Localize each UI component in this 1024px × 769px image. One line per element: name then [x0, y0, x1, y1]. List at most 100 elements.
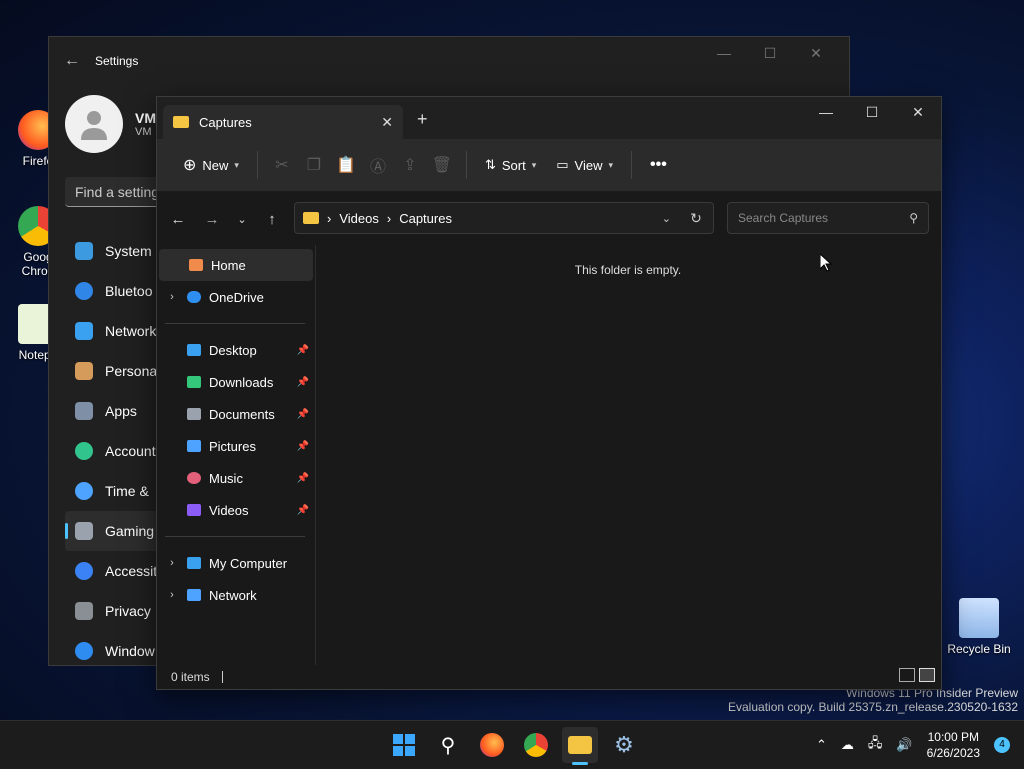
notification-badge[interactable]: 4 — [994, 737, 1010, 753]
profile[interactable]: VM VM — [65, 95, 156, 153]
settings-nav-windows-update[interactable]: Window — [65, 631, 165, 671]
nav-documents[interactable]: Documents 📌 — [157, 398, 315, 430]
maximize-button[interactable]: ☐ — [747, 45, 793, 62]
nav-videos[interactable]: Videos 📌 — [157, 494, 315, 526]
system-tray: ⌃ ☁ 🖧 🔊 10:00 PM 6/26/2023 4 — [816, 721, 1010, 769]
clock[interactable]: 10:00 PM 6/26/2023 — [927, 729, 980, 761]
breadcrumb-separator-icon: › — [386, 210, 392, 226]
divider — [631, 151, 633, 179]
settings-nav-bluetooth[interactable]: Bluetoo — [65, 271, 165, 311]
back-arrow-icon[interactable]: ← — [49, 52, 95, 70]
settings-nav-accounts[interactable]: Account — [65, 431, 165, 471]
desktop-icon-recycle-bin[interactable]: Recycle Bin — [944, 598, 1014, 656]
up-arrow-icon[interactable]: ↑ — [255, 211, 289, 228]
wifi-icon — [75, 322, 93, 340]
more-options-button[interactable]: ••• — [642, 148, 675, 182]
folder-icon — [303, 212, 319, 224]
avatar — [65, 95, 123, 153]
back-arrow-icon[interactable]: ← — [161, 211, 195, 228]
recent-locations-chevron-icon[interactable]: ⌄ — [229, 213, 255, 226]
pin-icon: 📌 — [296, 504, 309, 516]
start-button[interactable] — [386, 727, 422, 763]
download-icon — [187, 376, 201, 388]
divider — [165, 536, 305, 537]
nav-downloads[interactable]: Downloads 📌 — [157, 366, 315, 398]
taskbar-search-button[interactable]: ⚲ — [430, 727, 466, 763]
settings-nav-system[interactable]: System — [65, 231, 165, 271]
search-input[interactable]: Search Captures ⚲ — [727, 202, 929, 234]
taskbar-firefox[interactable] — [474, 727, 510, 763]
nav-label: My Computer — [209, 555, 288, 571]
breadcrumb-captures[interactable]: Captures — [399, 211, 452, 226]
update-icon — [75, 642, 93, 660]
nav-label: Documents — [209, 406, 275, 422]
address-bar[interactable]: › Videos › Captures ⌄ ↻ — [294, 202, 714, 234]
forward-arrow-icon[interactable]: → — [195, 211, 229, 228]
breadcrumb-videos[interactable]: Videos — [339, 211, 379, 226]
taskbar-settings[interactable]: ⚙ — [606, 727, 642, 763]
taskbar-chrome[interactable] — [518, 727, 554, 763]
nav-label: Network — [209, 587, 257, 603]
settings-nav: System Bluetoo Network Persona Apps Acco… — [65, 231, 165, 671]
document-icon — [187, 408, 201, 420]
refresh-icon[interactable]: ↻ — [679, 210, 713, 227]
nav-label: Apps — [105, 403, 137, 419]
maximize-button[interactable]: ☐ — [849, 97, 895, 127]
new-tab-button[interactable]: + — [417, 109, 428, 130]
new-label: New — [202, 157, 229, 173]
close-button[interactable]: ✕ — [895, 97, 941, 127]
view-button[interactable]: ▭ View ▾ — [548, 148, 621, 182]
nav-onedrive[interactable]: › OneDrive — [157, 281, 315, 313]
rename-icon[interactable]: Ⓐ — [364, 153, 392, 177]
expand-chevron-icon[interactable]: › — [157, 557, 187, 569]
volume-icon[interactable]: 🔊 — [896, 737, 912, 753]
cut-icon[interactable]: ✂ — [268, 155, 296, 175]
network-icon[interactable]: 🖧 — [868, 734, 883, 756]
picture-icon — [187, 440, 201, 452]
nav-desktop[interactable]: Desktop 📌 — [157, 334, 315, 366]
nav-network[interactable]: › Network — [157, 579, 315, 611]
music-icon — [187, 472, 201, 484]
view-icon: ▭ — [556, 157, 569, 172]
nav-my-computer[interactable]: › My Computer — [157, 547, 315, 579]
paste-icon[interactable]: 📋 — [332, 155, 360, 175]
taskbar-file-explorer[interactable] — [562, 727, 598, 765]
large-icons-view-icon[interactable] — [919, 668, 935, 682]
settings-nav-network[interactable]: Network — [65, 311, 165, 351]
desktop-icon-label: Recycle Bin — [947, 642, 1011, 656]
sort-button[interactable]: ⇅ Sort ▾ — [477, 148, 544, 182]
share-icon[interactable]: ⇪ — [396, 155, 424, 175]
close-button[interactable]: ✕ — [793, 45, 839, 62]
minimize-button[interactable]: — — [701, 45, 747, 62]
nav-label: Downloads — [209, 374, 274, 390]
chevron-down-icon: ▾ — [531, 159, 537, 170]
nav-home[interactable]: Home — [159, 249, 313, 281]
expand-chevron-icon[interactable]: › — [157, 589, 187, 601]
delete-icon[interactable]: 🗑 — [428, 155, 456, 175]
nav-label: Gaming — [105, 523, 155, 539]
build-watermark: Windows 11 Pro Insider Preview Evaluatio… — [728, 686, 1018, 714]
expand-chevron-icon[interactable]: › — [157, 291, 187, 303]
nav-pictures[interactable]: Pictures 📌 — [157, 430, 315, 462]
chevron-down-icon[interactable]: ⌄ — [662, 212, 671, 225]
settings-nav-personalization[interactable]: Persona — [65, 351, 165, 391]
settings-nav-accessibility[interactable]: Accessit — [65, 551, 165, 591]
file-explorer-window[interactable]: Captures ✕ + — ☐ ✕ ⊕ New ▾ ✂ ❐ 📋 Ⓐ ⇪ 🗑 ⇅… — [156, 96, 942, 690]
new-button[interactable]: ⊕ New ▾ — [175, 148, 247, 182]
close-tab-icon[interactable]: ✕ — [381, 114, 393, 131]
copy-icon[interactable]: ❐ — [300, 155, 328, 175]
nav-label: Persona — [105, 363, 158, 379]
tab-captures[interactable]: Captures ✕ — [163, 105, 403, 139]
settings-nav-apps[interactable]: Apps — [65, 391, 165, 431]
address-row: ← → ⌄ ↑ › Videos › Captures ⌄ ↻ Search C… — [157, 192, 941, 246]
onedrive-offline-icon[interactable]: ☁ — [841, 737, 854, 753]
details-view-icon[interactable] — [899, 668, 915, 682]
minimize-button[interactable]: — — [803, 97, 849, 127]
settings-nav-gaming[interactable]: Gaming — [65, 511, 165, 551]
settings-nav-privacy[interactable]: Privacy — [65, 591, 165, 631]
gear-icon: ⚙ — [614, 732, 634, 757]
nav-music[interactable]: Music 📌 — [157, 462, 315, 494]
settings-window-controls: — ☐ ✕ — [701, 45, 839, 62]
settings-nav-time[interactable]: Time & — [65, 471, 165, 511]
chevron-up-icon[interactable]: ⌃ — [816, 737, 827, 753]
